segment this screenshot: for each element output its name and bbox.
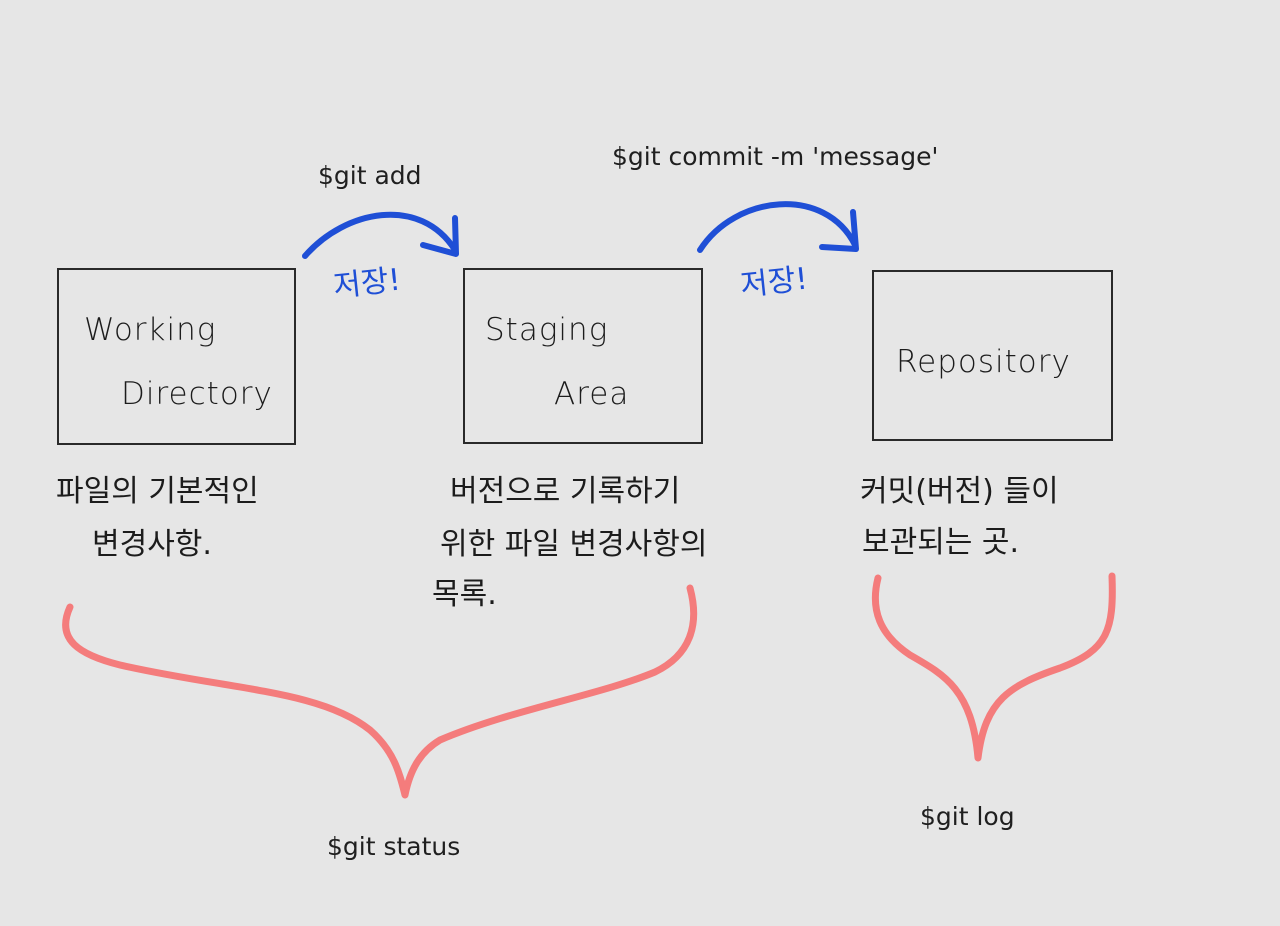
git-log-command: $git log: [920, 802, 1015, 831]
staging-area-desc-line3: 목록.: [432, 577, 497, 612]
staging-area-label-line2: Area: [554, 376, 630, 412]
staging-area-desc-line1: 버전으로 기록하기: [450, 474, 681, 509]
git-status-command: $git status: [327, 832, 461, 861]
staging-area-desc-line2: 위한 파일 변경사항의: [440, 527, 708, 562]
git-status-brace: [62, 584, 698, 799]
git-commit-command: $git commit -m 'message': [612, 142, 939, 171]
staging-area-box: Staging Area: [463, 268, 703, 444]
repository-desc-line2: 보관되는 곳.: [862, 525, 1020, 560]
git-add-command: $git add: [318, 161, 422, 190]
working-directory-label-line1: Working: [84, 312, 217, 348]
staging-area-label-line1: Staging: [485, 312, 609, 348]
working-directory-box: Working Directory: [57, 268, 296, 445]
working-directory-label-line2: Directory: [121, 376, 273, 412]
repository-box: Repository: [872, 270, 1113, 441]
working-directory-desc-line1: 파일의 기본적인: [56, 474, 259, 509]
repository-label: Repository: [896, 344, 1071, 380]
save-label-2: 저장!: [738, 261, 810, 304]
git-add-arrow: [302, 211, 459, 259]
git-commit-arrow: [697, 201, 859, 253]
diagram-strokes: [62, 201, 1116, 799]
git-log-brace: [871, 572, 1116, 762]
repository-desc-line1: 커밋(버전) 들이: [860, 474, 1059, 509]
working-directory-desc-line2: 변경사항.: [92, 527, 212, 562]
save-label-1: 저장!: [331, 262, 403, 305]
